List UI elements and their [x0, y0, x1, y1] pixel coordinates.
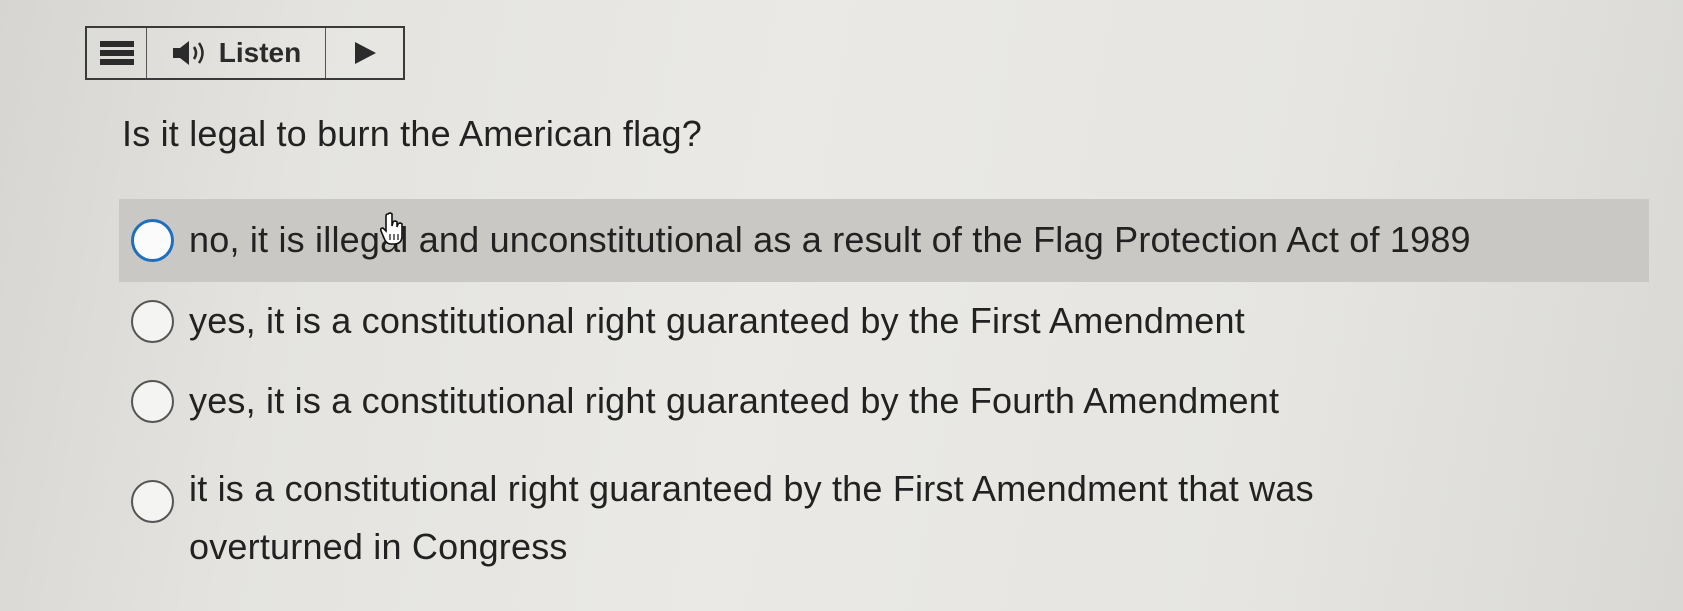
menu-button[interactable] [87, 28, 147, 78]
listen-label: Listen [218, 37, 302, 68]
radio-button-3[interactable] [131, 380, 174, 423]
answer-option-1[interactable]: no, it is illegal and unconstitutional a… [119, 199, 1649, 282]
answer-option-2-text: yes, it is a constitutional right guaran… [189, 300, 1245, 341]
answer-option-3[interactable]: yes, it is a constitutional right guaran… [119, 368, 1649, 436]
play-button[interactable] [326, 28, 403, 78]
radio-button-4[interactable] [131, 480, 174, 523]
radio-button-1[interactable] [131, 219, 174, 262]
hand-pointer-cursor-icon [380, 212, 403, 245]
answer-option-4[interactable]: it is a constitutional right guaranteed … [119, 460, 1649, 580]
answer-option-2[interactable]: yes, it is a constitutional right guaran… [119, 288, 1649, 356]
speaker-icon [172, 41, 204, 65]
answer-option-3-text: yes, it is a constitutional right guaran… [189, 380, 1280, 421]
listen-button[interactable]: Listen [147, 28, 326, 78]
hamburger-menu-icon [99, 41, 134, 65]
question-text: Is it legal to burn the American flag? [122, 113, 702, 154]
answer-option-4-text-line2: overturned in Congress [189, 526, 568, 567]
answer-option-4-text-line1: it is a constitutional right guaranteed … [189, 468, 1314, 509]
listen-toolbar: Listen [85, 26, 405, 80]
play-icon [354, 42, 376, 64]
radio-button-2[interactable] [131, 300, 174, 343]
